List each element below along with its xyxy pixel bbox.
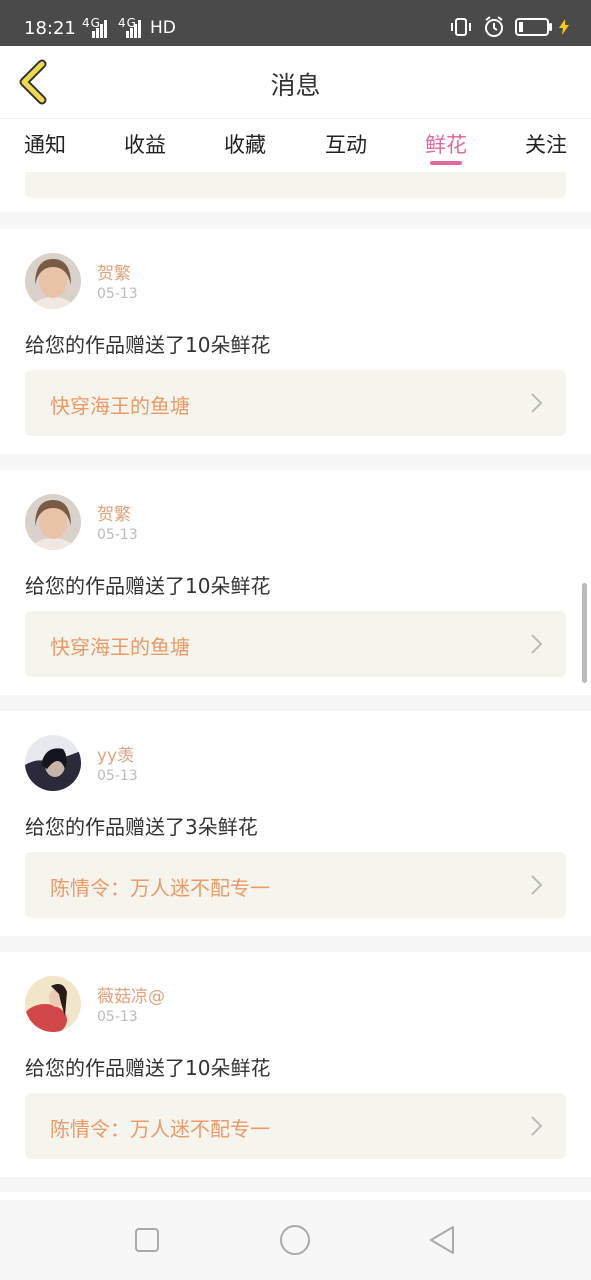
work-title: 快穿海王的鱼塘 [50, 394, 190, 418]
message-text: 给您的作品赠送了10朵鲜花 [25, 1056, 271, 1080]
tab-notifications[interactable]: 通知 [24, 129, 66, 159]
tab-flowers[interactable]: 鲜花 [425, 129, 467, 159]
sender-name[interactable]: yy羡 [97, 741, 134, 766]
work-title: 陈情令：万人迷不配专一 [50, 1117, 270, 1141]
tab-earnings[interactable]: 收益 [124, 129, 166, 159]
active-tab-indicator [430, 161, 462, 165]
list-item: yy羡 05-13 给您的作品赠送了3朵鲜花 陈情令：万人迷不配专一 [0, 711, 591, 936]
avatar-image [25, 976, 81, 1032]
avatar-image [25, 253, 81, 309]
message-text: 给您的作品赠送了10朵鲜花 [25, 333, 271, 357]
avatar[interactable] [25, 976, 81, 1032]
avatar[interactable] [25, 253, 81, 309]
message-date: 05-13 [97, 527, 138, 543]
list-item: 贺繁 05-13 给您的作品赠送了10朵鲜花 快穿海王的鱼塘 [0, 470, 591, 695]
status-bar: 18:21 4G 4G HD [0, 0, 591, 46]
header: 消息 [0, 46, 591, 118]
scrollbar[interactable] [582, 583, 587, 683]
alarm-icon [485, 16, 503, 37]
avatar[interactable] [25, 735, 81, 791]
battery-icon [515, 18, 552, 36]
chevron-right-icon [531, 875, 543, 895]
signal-icon-2 [126, 20, 141, 38]
work-link[interactable]: 陈情令：万人迷不配专一 [25, 852, 566, 918]
sender-name[interactable]: 薇菇凉@ [97, 982, 165, 1007]
message-text: 给您的作品赠送了3朵鲜花 [25, 815, 258, 839]
message-date: 05-13 [97, 1009, 138, 1025]
page-title: 消息 [270, 71, 321, 100]
sender-name[interactable]: 贺繁 [97, 500, 131, 525]
message-text: 给您的作品赠送了10朵鲜花 [25, 574, 271, 598]
system-nav-bar [0, 1200, 591, 1280]
avatar-image [25, 735, 81, 791]
charging-icon [559, 19, 569, 35]
tab-favorites[interactable]: 收藏 [224, 129, 266, 159]
tab-interactions[interactable]: 互动 [325, 129, 367, 159]
sender-name[interactable]: 贺繁 [97, 259, 131, 284]
work-title: 陈情令：万人迷不配专一 [50, 876, 270, 900]
vibrate-icon [451, 18, 471, 36]
home-icon[interactable] [275, 1220, 315, 1260]
work-link-partial[interactable] [25, 172, 566, 198]
signal-icon [92, 20, 107, 38]
status-time: 18:21 [24, 18, 76, 39]
avatar[interactable] [25, 494, 81, 550]
work-title: 快穿海王的鱼塘 [50, 635, 190, 659]
message-list[interactable]: 贺繁 05-13 给您的作品赠送了10朵鲜花 快穿海王的鱼塘 贺繁 05-13 … [0, 172, 591, 1200]
back-icon[interactable] [423, 1220, 463, 1260]
recent-apps-icon[interactable] [127, 1220, 167, 1260]
list-item: 薇菇凉@ 05-13 给您的作品赠送了10朵鲜花 陈情令：万人迷不配专一 [0, 952, 591, 1177]
work-link[interactable]: 快穿海王的鱼塘 [25, 611, 566, 677]
chevron-right-icon [531, 634, 543, 654]
list-item-partial [0, 1192, 591, 1200]
avatar-image [25, 494, 81, 550]
chevron-right-icon [531, 1116, 543, 1136]
tab-follows[interactable]: 关注 [525, 129, 567, 159]
list-item: 贺繁 05-13 给您的作品赠送了10朵鲜花 快穿海王的鱼塘 [0, 229, 591, 454]
work-link[interactable]: 快穿海王的鱼塘 [25, 370, 566, 436]
message-date: 05-13 [97, 768, 138, 784]
message-date: 05-13 [97, 286, 138, 302]
hd-indicator: HD [150, 18, 176, 38]
list-item-partial [0, 172, 591, 212]
tab-bar: 通知 收益 收藏 互动 鲜花 关注 [0, 118, 591, 173]
work-link[interactable]: 陈情令：万人迷不配专一 [25, 1093, 566, 1159]
chevron-right-icon [531, 393, 543, 413]
